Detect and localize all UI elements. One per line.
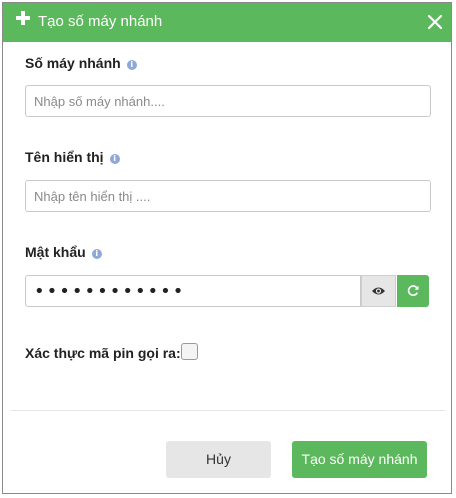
refresh-icon bbox=[407, 285, 419, 296]
password-input[interactable] bbox=[25, 275, 361, 307]
password-label-text: Mật khẩu bbox=[25, 244, 86, 260]
info-icon: i bbox=[109, 154, 120, 164]
close-icon[interactable] bbox=[425, 12, 445, 32]
plus-icon bbox=[15, 10, 31, 26]
show-password-button[interactable] bbox=[361, 275, 396, 307]
cancel-button[interactable]: Hủy bbox=[166, 441, 271, 478]
generate-password-button[interactable] bbox=[397, 275, 429, 307]
password-label: Mật khẩu i bbox=[25, 244, 102, 260]
info-icon: i bbox=[126, 60, 137, 70]
extension-label-text: Số máy nhánh bbox=[25, 55, 121, 71]
pin-verify-checkbox[interactable] bbox=[181, 343, 198, 360]
create-extension-button[interactable]: Tạo số máy nhánh bbox=[292, 441, 427, 478]
dialog-title: Tạo số máy nhánh bbox=[38, 13, 163, 30]
extension-label: Số máy nhánh i bbox=[25, 55, 137, 71]
extension-input[interactable] bbox=[25, 85, 431, 117]
info-icon: i bbox=[91, 249, 102, 259]
display-name-label-text: Tên hiển thị bbox=[25, 149, 104, 165]
display-name-input[interactable] bbox=[25, 180, 431, 212]
pin-verify-label: Xác thực mã pin gọi ra: bbox=[25, 345, 181, 361]
eye-icon bbox=[372, 287, 385, 295]
dialog-header: Tạo số máy nhánh bbox=[3, 3, 451, 42]
footer-divider bbox=[11, 410, 445, 411]
display-name-label: Tên hiển thị i bbox=[25, 149, 120, 165]
create-extension-dialog: Tạo số máy nhánh Số máy nhánh i Tên hiển … bbox=[2, 2, 452, 494]
